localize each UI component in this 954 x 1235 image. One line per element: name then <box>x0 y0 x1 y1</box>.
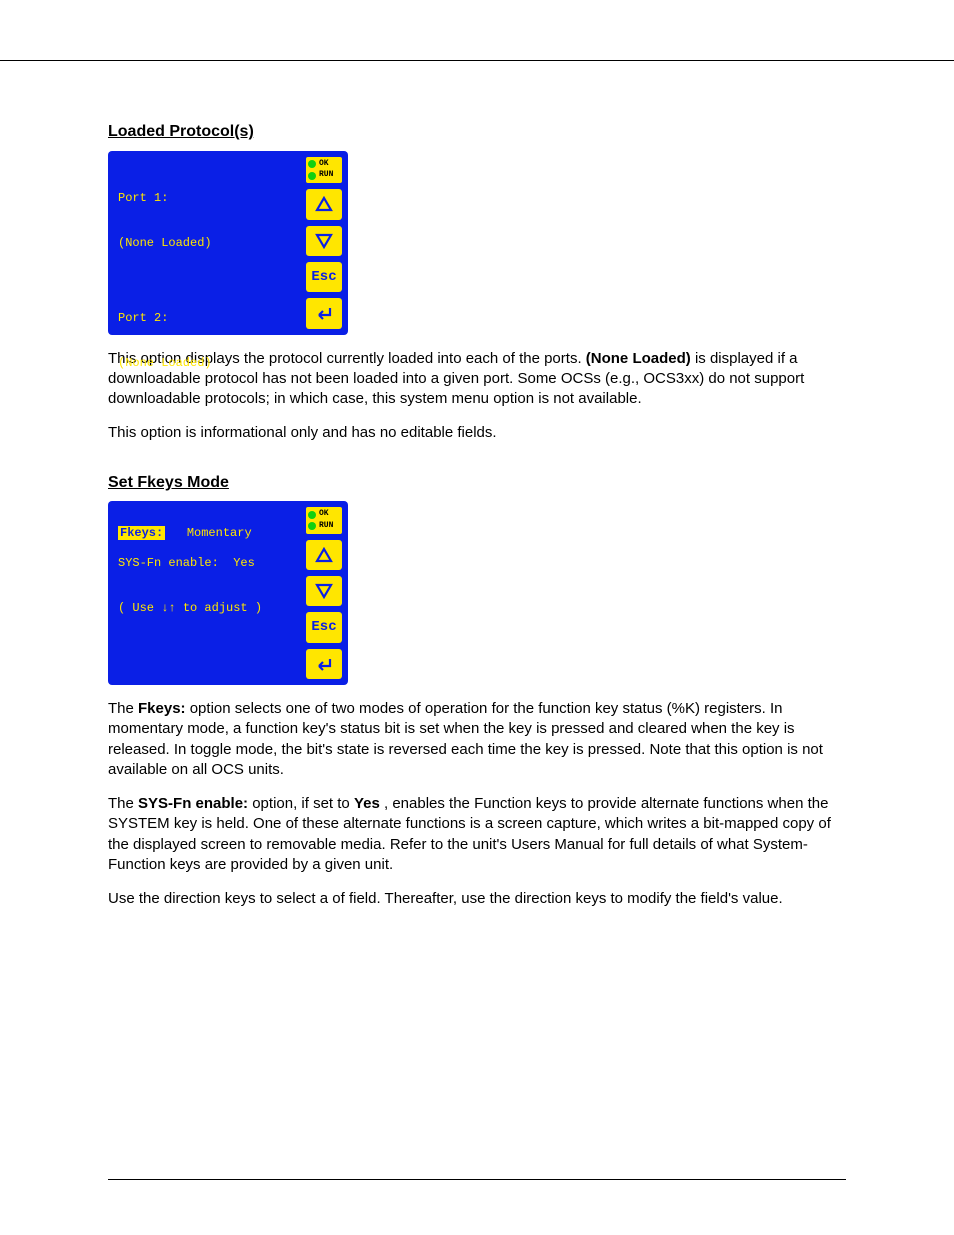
text: Use the direction keys to select a of fi… <box>108 890 515 907</box>
down-button[interactable] <box>306 226 342 256</box>
lcd-hint: ( Use ↓↑ to adjust ) <box>118 601 296 616</box>
fkeys-paragraph-3: Use the direction keys to select a of fi… <box>108 889 846 909</box>
lcd-area: Port 1: (None Loaded) Port 2: (None Load… <box>114 157 300 329</box>
led-panel: OK RUN <box>306 507 342 534</box>
up-button[interactable] <box>306 540 342 570</box>
enter-button[interactable] <box>306 298 342 328</box>
led-ok-dot <box>308 511 316 519</box>
sysfn-bold: SYS-Fn enable: <box>138 795 248 812</box>
triangle-down-icon <box>315 583 333 599</box>
lcd-line: Fkeys: Momentary <box>118 526 296 541</box>
lcd-line: SYS-Fn enable: Yes <box>118 556 296 571</box>
text: keys to modify the field's value. <box>576 890 783 907</box>
hint-arrows-icon: ↓↑ <box>161 601 175 615</box>
up-button[interactable] <box>306 189 342 219</box>
footer-rule <box>108 1179 846 1180</box>
esc-button[interactable]: Esc <box>306 612 342 642</box>
lcd-area: Fkeys: Momentary SYS-Fn enable: Yes ( Us… <box>114 507 300 679</box>
text: The <box>108 700 138 717</box>
section-label-set-fkeys: Set Fkeys Mode <box>108 472 846 494</box>
led-panel: OK RUN <box>306 157 342 184</box>
led-ok-dot <box>308 160 316 168</box>
none-loaded-bold: (None Loaded) <box>586 350 691 367</box>
triangle-up-icon <box>315 196 333 212</box>
hint-open: ( Use <box>118 601 161 615</box>
device-screenshot-fkeys: Fkeys: Momentary SYS-Fn enable: Yes ( Us… <box>108 501 348 685</box>
fkeys-bold: Fkeys: <box>138 700 186 717</box>
led-ok-label: OK <box>319 509 329 520</box>
device-screenshot-loaded-protocols: Port 1: (None Loaded) Port 2: (None Load… <box>108 151 348 335</box>
led-ok-label: OK <box>319 159 329 170</box>
led-run-dot <box>308 522 316 530</box>
lcd-line: Port 2: <box>118 311 296 326</box>
led-run-label: RUN <box>319 521 333 532</box>
text: option, if set to <box>252 795 354 812</box>
section-label-loaded-protocols: Loaded Protocol(s) <box>108 121 846 143</box>
device-side-panel: OK RUN Esc <box>306 507 342 679</box>
device-side-panel: OK RUN Esc <box>306 157 342 329</box>
lcd-line: Port 1: <box>118 191 296 206</box>
enter-icon <box>314 656 334 672</box>
lcd-line: (None Loaded) <box>118 356 296 371</box>
enter-icon <box>314 305 334 321</box>
lcd-label: SYS-Fn enable: <box>118 556 219 570</box>
esc-button[interactable]: Esc <box>306 262 342 292</box>
triangle-down-icon <box>315 233 333 249</box>
direction-word: direction <box>515 890 572 907</box>
text: option selects one of two modes of opera… <box>108 700 823 778</box>
hint-close: to adjust ) <box>176 601 262 615</box>
lcd-value: Momentary <box>187 526 252 540</box>
fkeys-paragraph-2: The SYS-Fn enable: option, if set to Yes… <box>108 794 846 875</box>
led-run-label: RUN <box>319 170 333 181</box>
enter-button[interactable] <box>306 649 342 679</box>
loaded-protocols-paragraph-2: This option is informational only and ha… <box>108 423 846 443</box>
led-run-dot <box>308 172 316 180</box>
yes-bold: Yes <box>354 795 380 812</box>
triangle-up-icon <box>315 547 333 563</box>
text: The <box>108 795 138 812</box>
down-button[interactable] <box>306 576 342 606</box>
fkeys-paragraph-1: The Fkeys: option selects one of two mod… <box>108 699 846 780</box>
lcd-line: (None Loaded) <box>118 236 296 251</box>
lcd-selected-field: Fkeys: <box>118 526 165 540</box>
lcd-value: Yes <box>233 556 255 570</box>
